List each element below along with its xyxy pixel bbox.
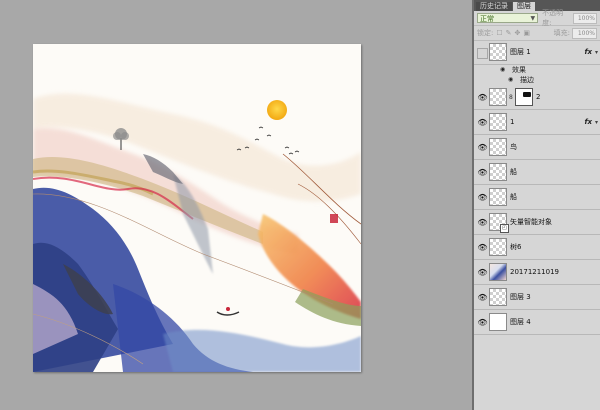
layer-name: 图层 3 (510, 293, 531, 301)
lock-all-icon[interactable]: ▣ (523, 29, 530, 37)
eye-icon[interactable]: 👁 (477, 142, 488, 153)
layer-name: 20171211019 (510, 268, 559, 276)
layer-row[interactable]: 👁 20171211019 (474, 260, 600, 285)
eye-icon[interactable]: 👁 (477, 117, 488, 128)
layer-name: 鸟 (510, 143, 517, 151)
fx-icon[interactable]: fx (584, 40, 592, 65)
layer-thumbnail (489, 138, 507, 156)
blend-mode-value: 正常 (480, 15, 494, 23)
layer-row[interactable]: 图层 1 fx ▾ (474, 40, 600, 65)
lock-row: 锁定: ☐ ✎ ✥ ▣ 填充: 100% (474, 26, 600, 41)
eye-icon[interactable]: ◉ (500, 65, 505, 75)
layer-thumbnail (489, 288, 507, 306)
chevron-down-icon[interactable]: ▾ (595, 110, 598, 135)
blend-mode-select[interactable]: 正常 ▼ (477, 13, 539, 23)
layer-row[interactable]: 👁 鸟 (474, 135, 600, 160)
eye-icon[interactable]: 👁 (477, 192, 488, 203)
lock-brush-icon[interactable]: ✎ (506, 29, 512, 37)
layer-row[interactable]: 👁 8 2 (474, 85, 600, 110)
tab-layers[interactable]: 图层 (513, 2, 535, 11)
fx-icon[interactable]: fx (584, 110, 592, 135)
layer-thumbnail (489, 238, 507, 256)
layer-row[interactable]: 👁 ◰ 矢量智能对象 (474, 210, 600, 235)
eye-icon[interactable]: 👁 (477, 317, 488, 328)
layer-row[interactable]: 👁 船 (474, 185, 600, 210)
effects-label: 效果 (512, 66, 526, 74)
smart-object-icon: ◰ (500, 224, 509, 233)
layer-name: 船 (510, 168, 517, 176)
fill-input[interactable]: 100% (572, 27, 597, 39)
fill-label: 填充: (553, 29, 570, 37)
tab-history[interactable]: 历史记录 (476, 2, 512, 11)
layer-list: 图层 1 fx ▾ ◉ 效果 ◉ 描边 👁 8 2 👁 1 fx ▾ 👁 鸟 👁… (474, 40, 600, 335)
layer-thumbnail (489, 163, 507, 181)
layer-name: 船 (510, 193, 517, 201)
eye-icon[interactable]: ◉ (508, 75, 513, 85)
document-canvas[interactable] (33, 44, 361, 372)
chevron-down-icon[interactable]: ▾ (595, 40, 598, 65)
layer-row[interactable]: 👁 船 (474, 160, 600, 185)
layer-name: 矢量智能对象 (510, 218, 552, 226)
panel-tabs: 历史记录 图层 (474, 0, 600, 11)
eye-icon[interactable]: 👁 (477, 167, 488, 178)
layer-thumbnail (489, 263, 507, 281)
layer-name: 树6 (510, 243, 522, 251)
layer-thumbnail (489, 188, 507, 206)
eye-icon[interactable]: 👁 (477, 217, 488, 228)
red-seal (330, 214, 338, 223)
layer-thumbnail (489, 43, 507, 61)
chevron-down-icon: ▼ (530, 15, 536, 22)
layer-name: 图层 1 (510, 48, 531, 56)
blend-row: 正常 ▼ 不透明度: 100% (474, 9, 600, 27)
link-icon[interactable]: 8 (509, 94, 513, 101)
lock-label: 锁定: (477, 29, 494, 37)
layer-row[interactable]: 👁 树6 (474, 235, 600, 260)
layer-thumbnail (489, 88, 507, 106)
eye-icon[interactable]: 👁 (477, 267, 488, 278)
effect-stroke-label: 描边 (520, 76, 534, 84)
ink-landscape-artwork (33, 44, 361, 372)
lock-icons: ☐ ✎ ✥ ▣ (493, 29, 530, 37)
layer-row[interactable]: 👁 图层 3 (474, 285, 600, 310)
layer-name: 图层 4 (510, 318, 531, 326)
eye-icon[interactable]: 👁 (477, 242, 488, 253)
opacity-label: 不透明度: (542, 9, 564, 27)
layer-name: 1 (510, 118, 515, 126)
layer-thumbnail (489, 113, 507, 131)
lock-transparent-icon[interactable]: ☐ (496, 29, 502, 37)
lock-move-icon[interactable]: ✥ (515, 29, 521, 37)
visibility-off-icon[interactable] (477, 48, 488, 59)
layer-row[interactable]: 👁 1 fx ▾ (474, 110, 600, 135)
eye-icon[interactable]: 👁 (477, 92, 488, 103)
effect-stroke-row[interactable]: ◉ 描边 (474, 75, 600, 85)
effects-row[interactable]: ◉ 效果 (474, 65, 600, 75)
layer-row[interactable]: 👁 图层 4 (474, 310, 600, 335)
opacity-input[interactable]: 100% (573, 12, 597, 24)
layers-panel: 历史记录 图层 正常 ▼ 不透明度: 100% 锁定: ☐ ✎ ✥ ▣ 填充: … (474, 0, 600, 410)
layer-name: 2 (536, 93, 541, 101)
layer-thumbnail (489, 313, 507, 331)
layer-mask-thumbnail[interactable] (515, 88, 533, 106)
canvas-area[interactable] (0, 0, 472, 410)
eye-icon[interactable]: 👁 (477, 292, 488, 303)
